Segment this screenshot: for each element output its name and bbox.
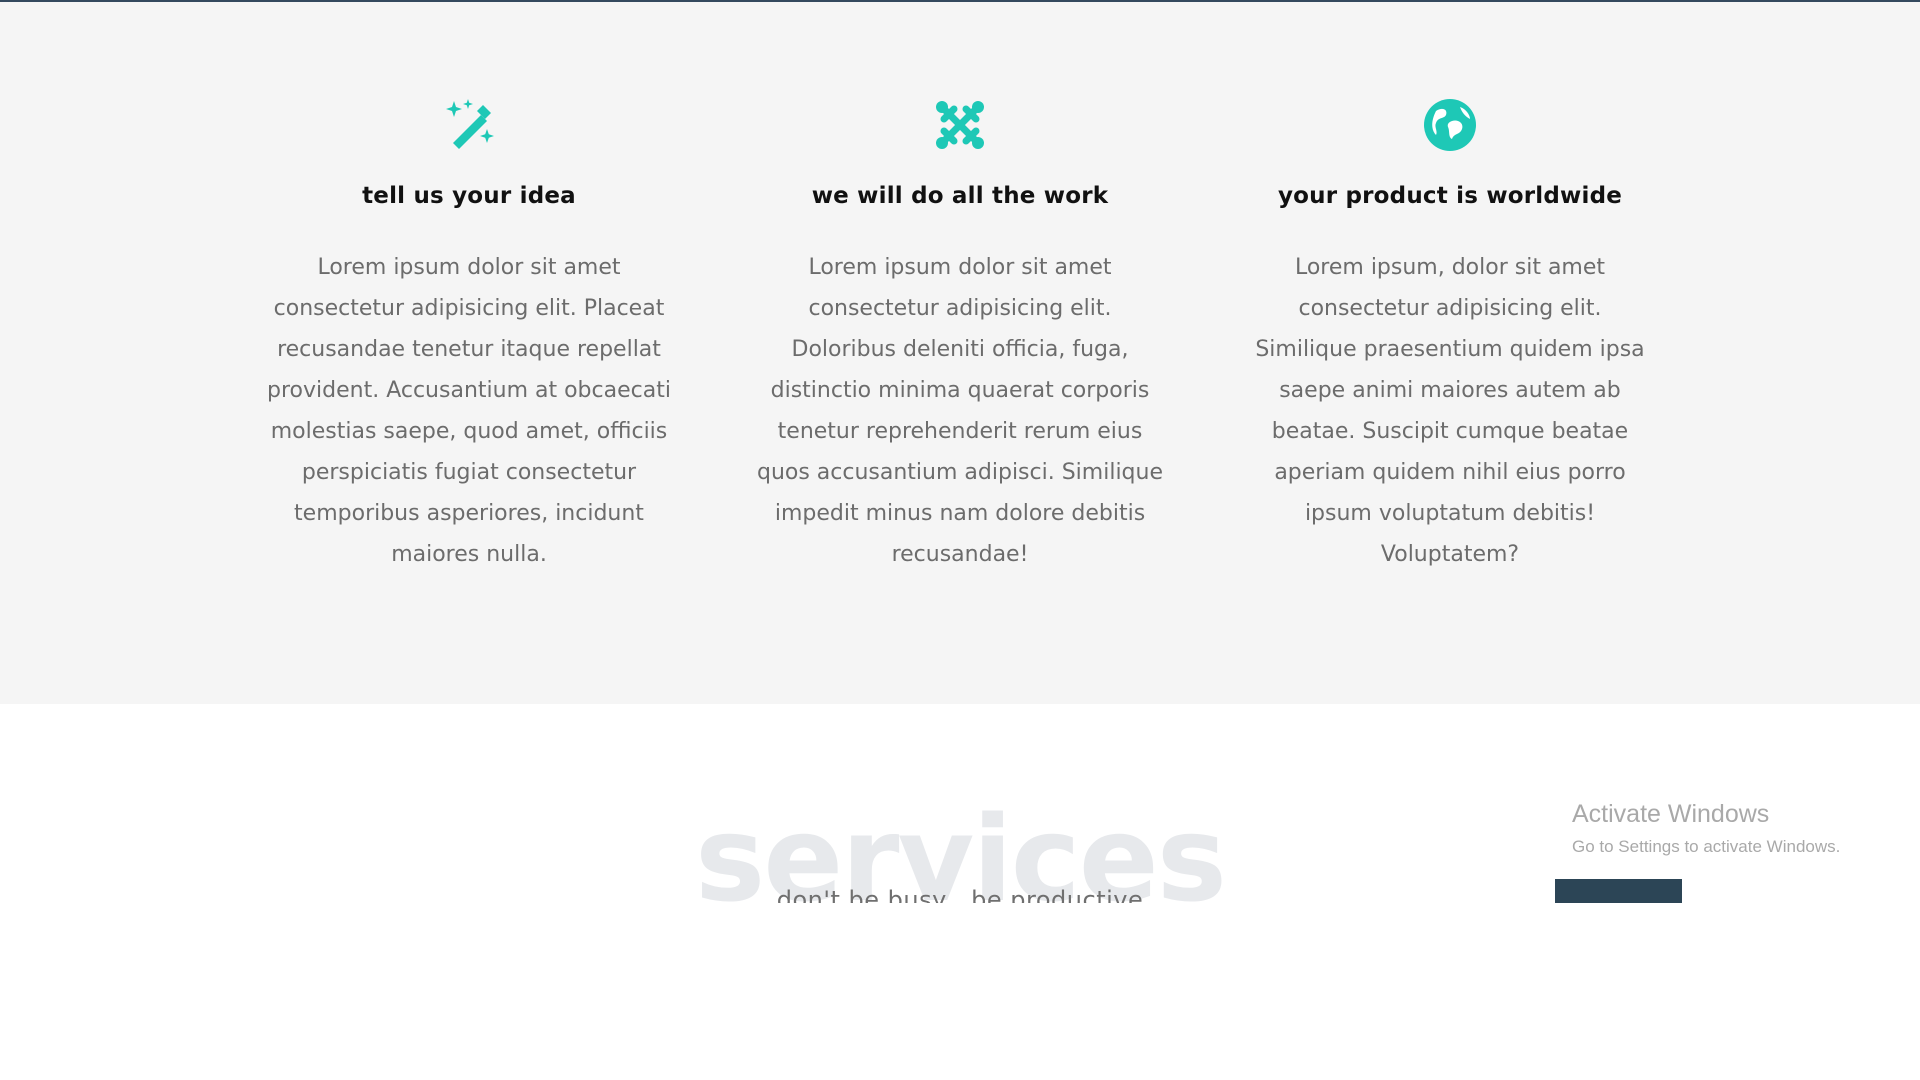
feature-card-idea: tell us your idea Lorem ipsum dolor sit … (259, 97, 679, 575)
feature-card-work: we will do all the work Lorem ipsum dolo… (750, 97, 1170, 575)
feature-title: we will do all the work (811, 183, 1109, 209)
feature-description: Lorem ipsum dolor sit amet consectetur a… (756, 255, 1163, 567)
scroll-up-button[interactable] (1555, 879, 1682, 903)
feature-description: Lorem ipsum dolor sit amet consectetur a… (267, 255, 671, 567)
activate-windows-title: Activate Windows (1572, 800, 1770, 828)
page: tell us your idea Lorem ipsum dolor sit … (0, 0, 1920, 1080)
activate-windows-watermark: Activate Windows Go to Settings to activ… (1572, 800, 1840, 857)
feature-card-worldwide: your product is worldwide Lorem ipsum, d… (1240, 97, 1660, 575)
activate-windows-subtitle: Go to Settings to activate Windows. (1572, 837, 1841, 856)
features-section: tell us your idea Lorem ipsum dolor sit … (0, 2, 1920, 704)
magic-wand-icon (446, 99, 494, 149)
feature-title: tell us your idea (362, 183, 576, 209)
feature-title: your product is worldwide (1277, 183, 1623, 209)
globe-icon (1424, 99, 1476, 151)
feature-description: Lorem ipsum, dolor sit amet consectetur … (1255, 255, 1645, 567)
joomla-icon (936, 101, 984, 149)
